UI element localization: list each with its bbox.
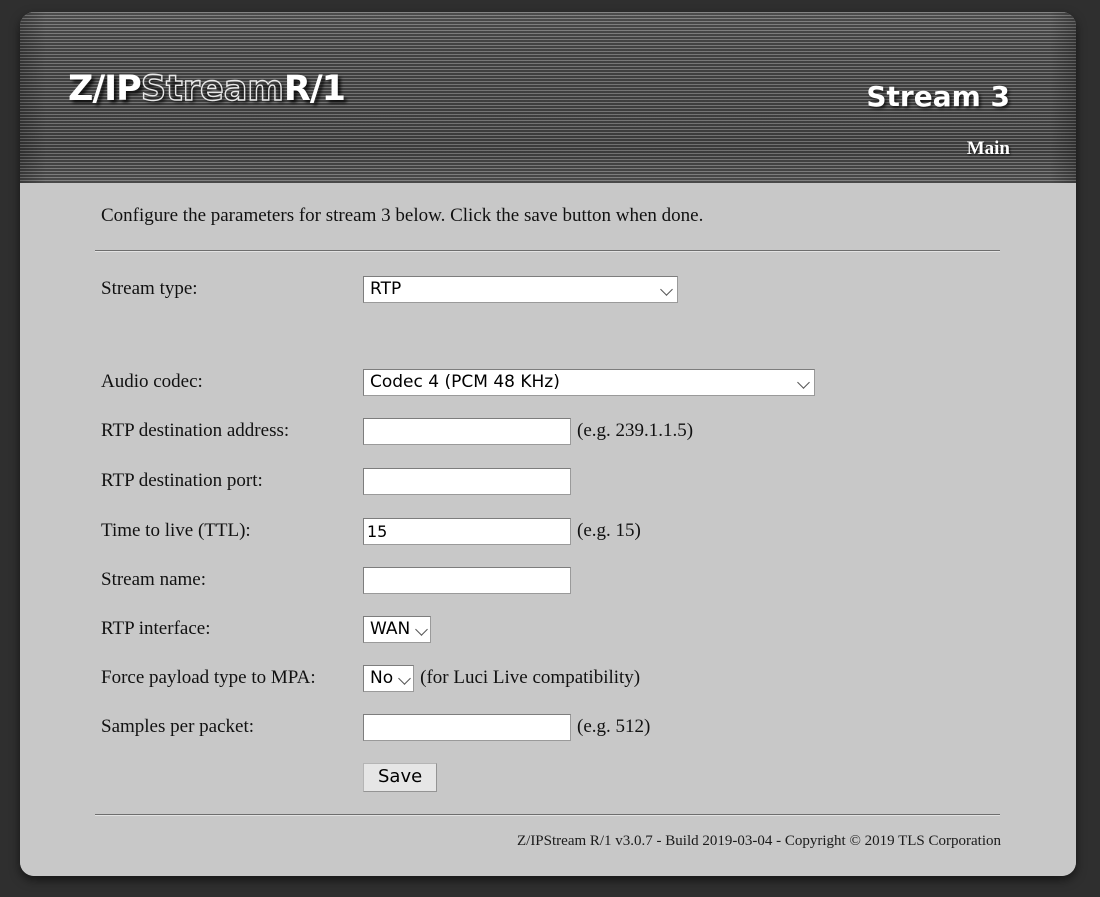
chevron-down-icon	[661, 283, 673, 295]
chevron-down-icon	[416, 623, 428, 635]
row-rtp-interface: RTP interface: WAN	[101, 615, 432, 643]
label-stream-name: Stream name:	[101, 569, 206, 590]
label-force-payload-mpa: Force payload type to MPA:	[101, 667, 316, 688]
input-time-to-live[interactable]	[363, 517, 571, 545]
input-rtp-destination-port[interactable]	[363, 467, 571, 495]
row-stream-type: Stream type: RTP	[101, 275, 678, 303]
chevron-down-icon	[399, 672, 411, 684]
logo-part-zip: Z/IP	[68, 69, 142, 109]
select-rtp-interface-value: WAN	[370, 619, 411, 639]
row-stream-name: Stream name:	[101, 566, 571, 594]
select-stream-type-value: RTP	[370, 279, 402, 299]
row-audio-codec: Audio codec: Codec 4 (PCM 48 KHz)	[101, 368, 815, 396]
stream-title: Stream 3	[866, 80, 1010, 113]
hint-rtp-destination-address: (e.g. 239.1.1.5)	[577, 420, 694, 441]
select-audio-codec-value: Codec 4 (PCM 48 KHz)	[370, 372, 560, 392]
intro-text: Configure the parameters for stream 3 be…	[101, 205, 704, 226]
select-force-payload-mpa[interactable]: No	[363, 664, 415, 692]
logo-part-stream: Stream	[140, 69, 284, 109]
hint-time-to-live: (e.g. 15)	[577, 520, 641, 541]
footer-copyright: Z/IPStream R/1 v3.0.7 - Build 2019-03-04…	[516, 833, 1001, 849]
hint-samples-per-packet: (e.g. 512)	[577, 716, 651, 737]
select-stream-type[interactable]: RTP	[363, 275, 678, 303]
hint-force-payload-mpa: (for Luci Live compatibility)	[420, 667, 641, 688]
label-audio-codec: Audio codec:	[101, 371, 203, 392]
chevron-down-icon	[798, 376, 810, 388]
row-force-payload-mpa: Force payload type to MPA: No (for Luci …	[101, 664, 640, 692]
input-rtp-destination-address[interactable]	[363, 417, 571, 445]
row-time-to-live: Time to live (TTL): (e.g. 15)	[101, 517, 641, 545]
row-rtp-destination-port: RTP destination port:	[101, 467, 571, 495]
select-audio-codec[interactable]: Codec 4 (PCM 48 KHz)	[363, 368, 815, 396]
nav-link-main[interactable]: Main	[967, 138, 1010, 160]
page-content: Configure the parameters for stream 3 be…	[20, 183, 1076, 876]
label-samples-per-packet: Samples per packet:	[101, 716, 255, 737]
input-samples-per-packet[interactable]	[363, 713, 571, 741]
divider-top	[95, 250, 1000, 252]
page-container: Z/IPStreamR/1 Stream 3 Main Configure th…	[20, 12, 1076, 876]
label-time-to-live: Time to live (TTL):	[101, 520, 251, 541]
input-stream-name[interactable]	[363, 566, 571, 594]
divider-bottom	[95, 814, 1000, 816]
desktop-background: Z/IPStreamR/1 Stream 3 Main Configure th…	[0, 0, 1100, 897]
select-force-payload-mpa-value: No	[370, 668, 394, 688]
logo-part-r1: R/1	[283, 69, 346, 109]
row-samples-per-packet: Samples per packet: (e.g. 512)	[101, 713, 650, 741]
label-rtp-destination-port: RTP destination port:	[101, 470, 263, 491]
label-rtp-destination-address: RTP destination address:	[101, 420, 290, 441]
product-logo: Z/IPStreamR/1	[68, 69, 346, 109]
row-rtp-destination-address: RTP destination address: (e.g. 239.1.1.5…	[101, 417, 693, 445]
page-header: Z/IPStreamR/1 Stream 3 Main	[20, 12, 1076, 183]
label-stream-type: Stream type:	[101, 278, 198, 299]
save-button[interactable]: Save	[363, 762, 438, 792]
label-rtp-interface: RTP interface:	[101, 618, 211, 639]
row-save: Save	[101, 762, 438, 792]
select-rtp-interface[interactable]: WAN	[363, 615, 432, 643]
